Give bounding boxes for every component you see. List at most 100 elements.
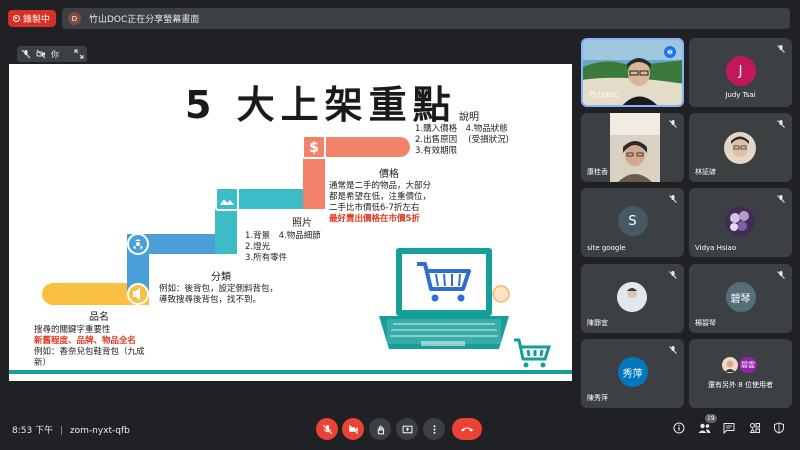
category-line2: 導致搜尋後背包，找不到。 [159,295,262,305]
name-heading: 品名 [89,312,109,323]
separator: | [59,426,63,436]
svg-text:$: $ [309,140,319,156]
host-controls-button[interactable] [772,421,786,435]
price-line4: 最好賣出價格在市價5折 [329,214,420,224]
name-line2: 新舊程度、品牌、物品全名 [34,336,137,346]
speaking-icon [664,46,676,58]
activities-icon [749,423,760,433]
raise-hand-icon [377,425,384,434]
hangup-icon [461,427,473,432]
participant-tile[interactable]: 林証諺 [689,113,792,182]
expand-icon [74,49,84,59]
slide-footer-line [9,370,572,374]
category-heading: 分類 [211,272,231,283]
photo-line2: 2.燈光 [245,242,271,252]
desc-line2: 2.出售原因 (受損狀況) [415,135,509,145]
laptop-icon [379,248,509,349]
share-banner: D 竹山DOC正在分享螢幕畫面 [62,8,790,29]
participant-name: 陳秀萍 [587,394,608,402]
people-button[interactable] [697,421,711,435]
mic-off-icon [669,120,677,128]
more-options-button[interactable] [423,418,445,440]
participant-name: Judy Tsai [725,91,756,99]
chat-button[interactable] [722,421,736,435]
name-line3: 例如：香奈兒包鞋背包（九成 [34,347,145,357]
desc-heading: 說明 [459,112,479,123]
more-participants-label: 還有另外 8 位使用者 [708,381,773,389]
shared-slide: 5 大上架重點 $ 品名 搜尋的關鍵字重要性 新舊程度、品牌、物品全名 例如：香… [9,64,572,381]
leave-call-button[interactable] [452,418,482,440]
price-line3: 二手比市價低6-7折左右 [329,203,420,213]
participant-avatar: S [617,206,648,236]
shield-icon [774,422,784,434]
people-icon [698,423,710,433]
participant-name: 康桂香 [587,168,608,176]
photo-heading: 照片 [292,218,312,229]
presenter-avatar: D [68,12,81,25]
participant-name: 竹山DOC [589,91,619,99]
photo-line1: 1.背景 4.物品細節 [245,231,321,241]
recording-label: 錄製中 [23,15,51,25]
chat-icon [723,423,735,434]
participant-photo [617,282,647,312]
raise-hand-button[interactable] [369,418,391,440]
participant-name: site google [587,244,626,252]
image-icon [215,187,239,211]
meeting-info: 8:53 下午 | zom-nyxt-qfb [12,423,130,436]
participant-tile[interactable]: 竹山DOC [581,38,684,107]
more-icon [433,424,435,434]
mic-off-icon [322,424,332,434]
mic-off-icon [669,346,677,354]
meeting-code: zom-nyxt-qfb [69,426,130,436]
share-banner-text: 竹山DOC正在分享螢幕畫面 [89,15,200,25]
mic-off-icon [777,45,785,53]
activities-button[interactable] [748,421,762,435]
cart-icon [514,338,552,361]
mic-off-icon [777,195,785,203]
participant-tile[interactable]: 康桂香 [581,113,684,182]
participant-tile[interactable]: 碧琴 楊碧琴 [689,264,792,333]
more-participants-tile[interactable]: 碧雲 還有另外 8 位使用者 [689,339,792,408]
participant-name: 林証諺 [695,168,716,176]
participant-tile[interactable]: J Judy Tsai [689,38,792,107]
pointer-icon [492,285,510,303]
category-line1: 例如：後背包，設定側斜背包， [159,284,279,294]
clock-time: 8:53 下午 [12,426,54,436]
participant-tile[interactable]: 秀萍 陳秀萍 [581,339,684,408]
present-icon [402,425,412,433]
participant-count-badge: 19 [705,414,717,423]
participant-name: Vidya Hsiao [695,244,737,252]
participant-name: 陳靜宜 [587,319,608,327]
mic-off-icon [669,195,677,203]
expand-button[interactable] [70,46,88,62]
camera-off-icon[interactable] [36,49,46,59]
presenter-label: 你 [51,49,59,59]
desc-line1: 1.購入價格 4.物品狀態 [415,124,508,134]
participant-name: 楊碧琴 [695,319,716,327]
recording-badge[interactable]: 錄製中 [8,10,56,27]
participant-avatar: 秀萍 [617,357,648,387]
participant-avatar: 碧雲 [739,357,757,373]
participant-photo [722,357,738,373]
camera-button[interactable] [342,418,364,440]
price-line2: 都是希望在低，注重價位， [329,192,432,202]
desc-line3: 3.有效期限 [415,146,458,156]
name-line4: 新） [34,358,52,368]
mic-off-icon [669,271,677,279]
mic-off-icon[interactable] [21,49,31,59]
participant-tile[interactable]: 陳靜宜 [581,264,684,333]
photo-line3: 3.所有零件 [245,253,288,263]
participant-tile[interactable]: S site google [581,188,684,257]
participant-photo [725,206,755,236]
mic-off-icon [777,120,785,128]
mic-off-icon [777,271,785,279]
meeting-details-button[interactable] [672,421,686,435]
info-icon [673,422,685,434]
participant-tile[interactable]: Vidya Hsiao [689,188,792,257]
participant-photo [724,132,756,164]
price-heading: 價格 [379,169,399,180]
participant-avatar: J [725,56,756,86]
mic-button[interactable] [316,418,338,440]
name-line1: 搜尋的關鍵字重要性 [34,325,111,335]
present-button[interactable] [396,418,418,440]
